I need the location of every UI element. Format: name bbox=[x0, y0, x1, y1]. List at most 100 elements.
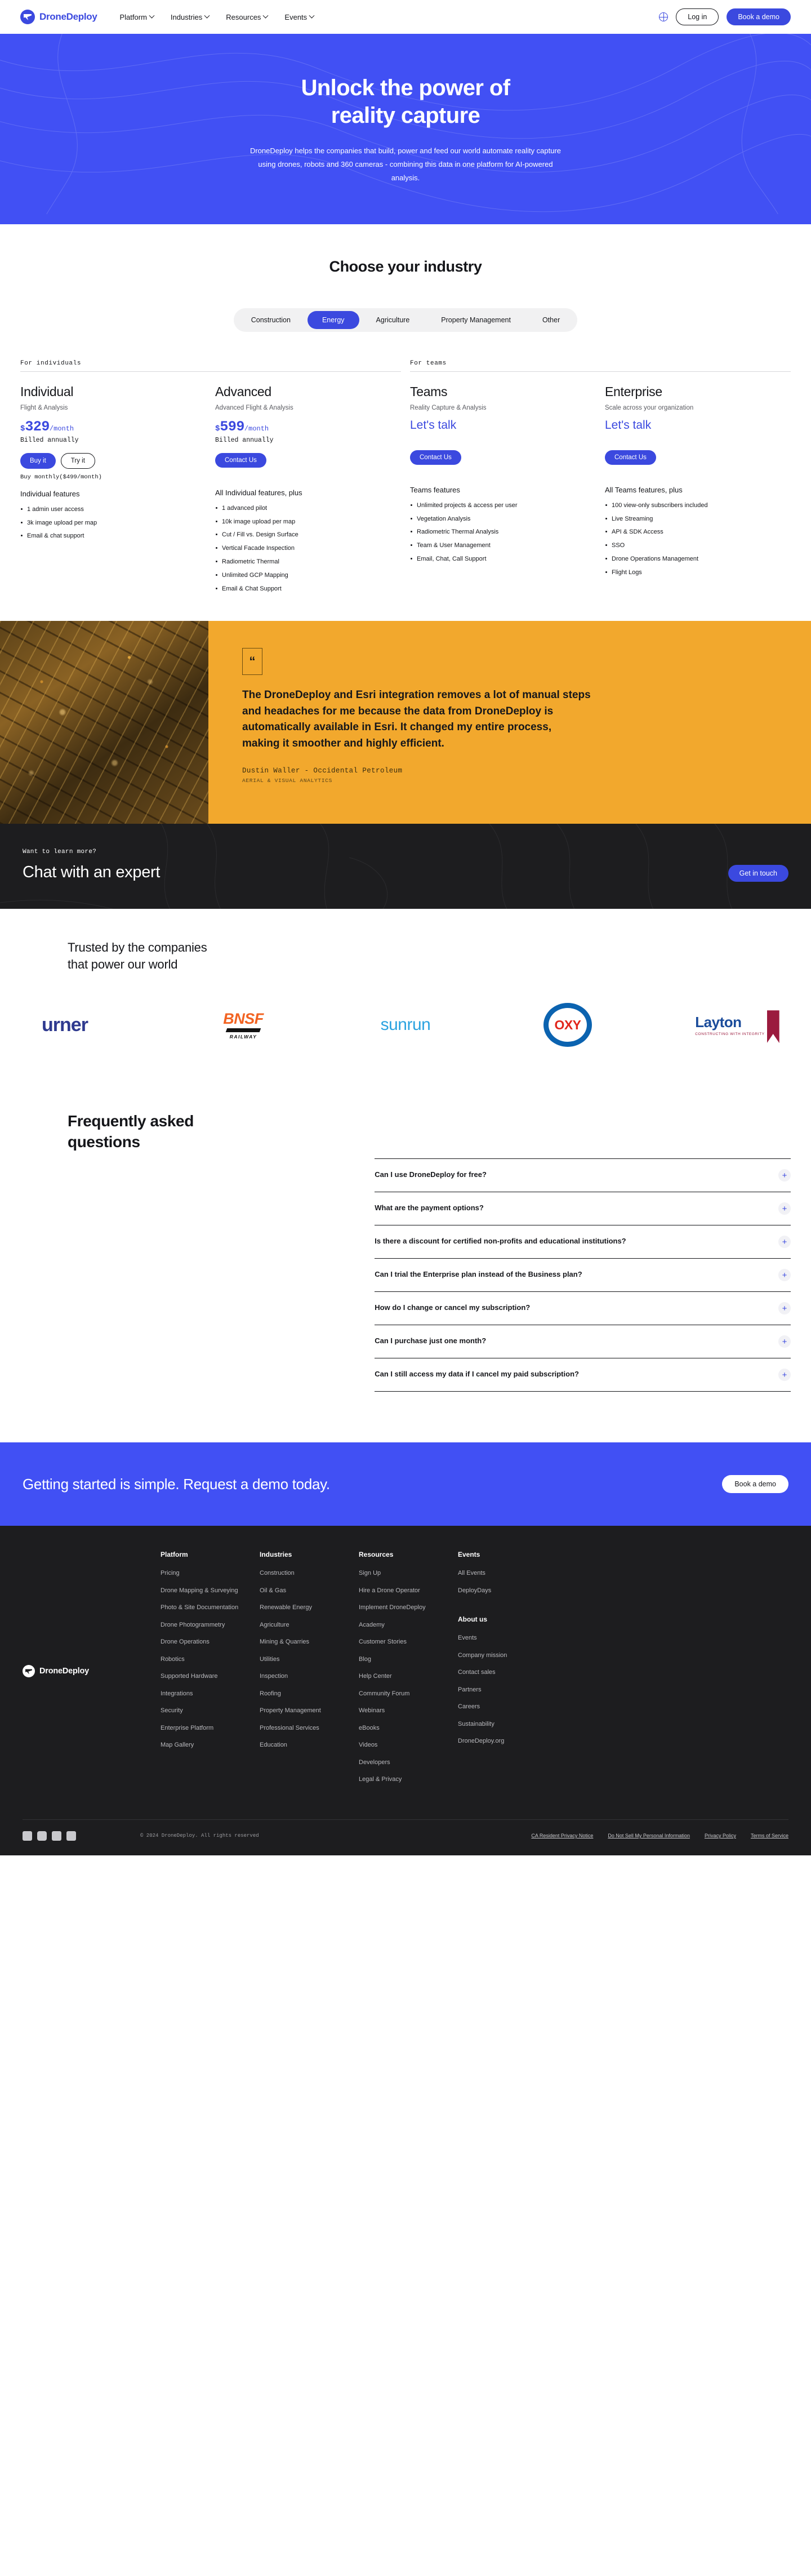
footer-link[interactable]: Blog bbox=[359, 1655, 458, 1664]
footer-link[interactable]: Sign Up bbox=[359, 1569, 458, 1578]
footer-link[interactable]: Roofing bbox=[260, 1689, 359, 1699]
plus-icon[interactable]: + bbox=[778, 1202, 791, 1215]
footer-link[interactable]: Legal & Privacy bbox=[359, 1775, 458, 1784]
tab-agriculture[interactable]: Agriculture bbox=[362, 311, 425, 329]
logo[interactable]: DroneDeploy bbox=[20, 10, 97, 24]
footer-link[interactable]: Implement DroneDeploy bbox=[359, 1603, 458, 1613]
plan-subtitle: Reality Capture & Analysis bbox=[410, 404, 487, 411]
footer-link[interactable]: Partners bbox=[458, 1685, 557, 1695]
legal-link-privacy-policy[interactable]: Privacy Policy bbox=[705, 1833, 736, 1838]
plus-icon[interactable]: + bbox=[778, 1169, 791, 1182]
faq-item[interactable]: Can I use DroneDeploy for free? + bbox=[375, 1158, 791, 1192]
login-button[interactable]: Log in bbox=[676, 8, 719, 25]
footer-link[interactable]: Customer Stories bbox=[359, 1637, 458, 1647]
footer-link[interactable]: Community Forum bbox=[359, 1689, 458, 1699]
footer-link[interactable]: All Events bbox=[458, 1569, 557, 1578]
footer-link[interactable]: Developers bbox=[359, 1758, 458, 1767]
contact-us-button[interactable]: Contact Us bbox=[215, 452, 266, 468]
footer-link[interactable]: Drone Mapping & Surveying bbox=[161, 1586, 260, 1596]
footer-link[interactable]: Academy bbox=[359, 1620, 458, 1630]
footer-link[interactable]: Utilities bbox=[260, 1655, 359, 1664]
footer-link[interactable]: Pricing bbox=[161, 1569, 260, 1578]
footer-link[interactable]: Supported Hardware bbox=[161, 1672, 260, 1681]
footer-logo[interactable]: DroneDeploy bbox=[23, 1551, 161, 1792]
footer-link[interactable]: Mining & Quarries bbox=[260, 1637, 359, 1647]
instagram-icon[interactable] bbox=[66, 1831, 76, 1841]
footer-link[interactable]: Events bbox=[458, 1633, 557, 1643]
twitter-icon[interactable] bbox=[52, 1831, 61, 1841]
get-in-touch-button[interactable]: Get in touch bbox=[728, 864, 788, 882]
chevron-down-icon bbox=[262, 12, 269, 19]
footer-link[interactable]: Oil & Gas bbox=[260, 1586, 359, 1596]
footer-link[interactable]: Renewable Energy bbox=[260, 1603, 359, 1613]
faq-item[interactable]: Can I purchase just one month? + bbox=[375, 1325, 791, 1358]
footer-link[interactable]: Hire a Drone Operator bbox=[359, 1586, 458, 1596]
book-demo-button[interactable]: Book a demo bbox=[727, 8, 791, 25]
faq-item[interactable]: Can I still access my data if I cancel m… bbox=[375, 1358, 791, 1392]
footer-link[interactable]: Education bbox=[260, 1740, 359, 1750]
footer-link[interactable]: eBooks bbox=[359, 1724, 458, 1733]
contact-us-button[interactable]: Contact Us bbox=[605, 450, 656, 465]
footer-link[interactable]: Agriculture bbox=[260, 1620, 359, 1630]
tab-property-management[interactable]: Property Management bbox=[426, 311, 525, 329]
nav-item-industries[interactable]: Industries bbox=[171, 12, 210, 21]
footer-link[interactable]: DeployDays bbox=[458, 1586, 557, 1596]
faq-heading-line1: Frequently asked bbox=[68, 1112, 194, 1130]
plus-icon[interactable]: + bbox=[778, 1236, 791, 1249]
feature-item: 3k image upload per map bbox=[20, 519, 206, 527]
footer-link[interactable]: Drone Photogrammetry bbox=[161, 1620, 260, 1630]
tab-construction[interactable]: Construction bbox=[237, 311, 305, 329]
tab-other[interactable]: Other bbox=[528, 311, 574, 329]
chevron-down-icon bbox=[149, 12, 155, 19]
faq-item[interactable]: How do I change or cancel my subscriptio… bbox=[375, 1291, 791, 1325]
footer-link[interactable]: Webinars bbox=[359, 1706, 458, 1716]
language-globe-icon[interactable] bbox=[659, 12, 669, 21]
footer-link[interactable]: Videos bbox=[359, 1740, 458, 1750]
footer-link[interactable]: Sustainability bbox=[458, 1720, 557, 1729]
brand-name: DroneDeploy bbox=[39, 11, 97, 22]
footer-link[interactable]: DroneDeploy.org bbox=[458, 1736, 557, 1746]
footer-link[interactable]: Construction bbox=[260, 1569, 359, 1578]
faq-question: How do I change or cancel my subscriptio… bbox=[375, 1303, 531, 1312]
footer-link[interactable]: Careers bbox=[458, 1702, 557, 1712]
buy-monthly-link[interactable]: Buy monthly($499/month) bbox=[20, 474, 206, 481]
plus-icon[interactable]: + bbox=[778, 1269, 791, 1282]
footer-link[interactable]: Inspection bbox=[260, 1672, 359, 1681]
tab-energy[interactable]: Energy bbox=[307, 310, 359, 329]
footer-link[interactable]: Security bbox=[161, 1706, 260, 1716]
nav-item-events[interactable]: Events bbox=[284, 12, 315, 21]
footer-link[interactable]: Integrations bbox=[161, 1689, 260, 1699]
plus-icon[interactable]: + bbox=[778, 1302, 791, 1315]
plus-icon[interactable]: + bbox=[778, 1335, 791, 1348]
legal-link-ca-privacy[interactable]: CA Resident Privacy Notice bbox=[531, 1833, 593, 1838]
footer-link[interactable]: Help Center bbox=[359, 1672, 458, 1681]
buy-it-button[interactable]: Buy it bbox=[20, 452, 56, 469]
faq-item[interactable]: Is there a discount for certified non-pr… bbox=[375, 1225, 791, 1258]
nav-item-platform[interactable]: Platform bbox=[120, 12, 155, 21]
footer-link[interactable]: Company mission bbox=[458, 1651, 557, 1660]
legal-link-do-not-sell[interactable]: Do Not Sell My Personal Information bbox=[608, 1833, 690, 1838]
footer-link[interactable]: Drone Operations bbox=[161, 1637, 260, 1647]
bnsf-wordmark: BNSF bbox=[223, 1010, 264, 1028]
try-it-button[interactable]: Try it bbox=[60, 452, 95, 469]
linkedin-icon[interactable] bbox=[23, 1831, 32, 1841]
layton-wordmark: Layton bbox=[695, 1014, 742, 1031]
plan-subtitle: Scale across your organization bbox=[605, 404, 694, 411]
footer-link[interactable]: Contact sales bbox=[458, 1668, 557, 1677]
footer-link[interactable]: Enterprise Platform bbox=[161, 1724, 260, 1733]
feature-item: 1 advanced pilot bbox=[215, 504, 401, 513]
footer-link[interactable]: Map Gallery bbox=[161, 1740, 260, 1750]
faq-item[interactable]: What are the payment options? + bbox=[375, 1192, 791, 1225]
book-demo-button[interactable]: Book a demo bbox=[722, 1475, 788, 1494]
footer-link[interactable]: Property Management bbox=[260, 1706, 359, 1716]
faq-item[interactable]: Can I trial the Enterprise plan instead … bbox=[375, 1258, 791, 1291]
plus-icon[interactable]: + bbox=[778, 1369, 791, 1382]
nav-item-resources[interactable]: Resources bbox=[226, 12, 269, 21]
footer-link[interactable]: Professional Services bbox=[260, 1724, 359, 1733]
faq-heading-block: Frequently asked questions bbox=[20, 1111, 375, 1392]
footer-link[interactable]: Robotics bbox=[161, 1655, 260, 1664]
footer-link[interactable]: Photo & Site Documentation bbox=[161, 1603, 260, 1613]
youtube-icon[interactable] bbox=[37, 1831, 47, 1841]
contact-us-button[interactable]: Contact Us bbox=[410, 450, 461, 465]
legal-link-terms[interactable]: Terms of Service bbox=[751, 1833, 788, 1838]
